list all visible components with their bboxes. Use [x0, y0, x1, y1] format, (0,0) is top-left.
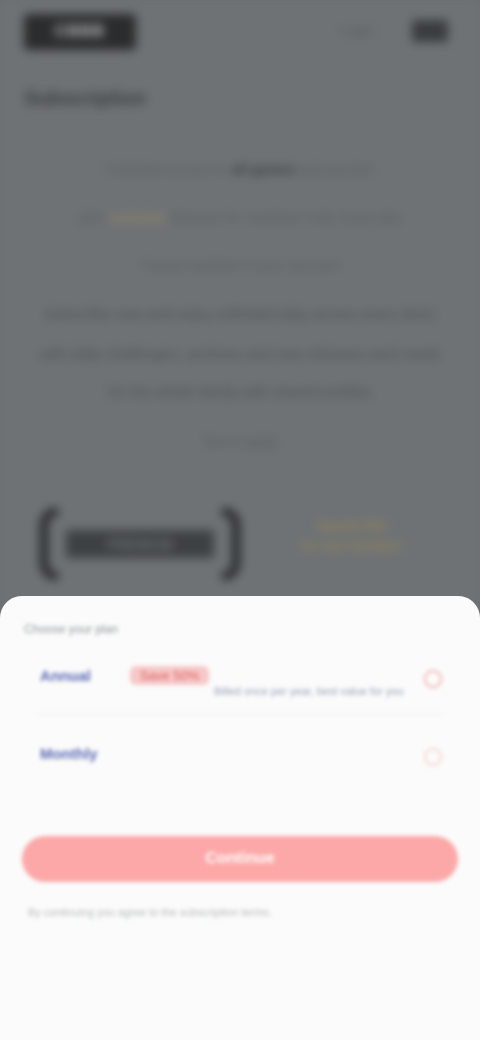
plan-option-annual[interactable]: Annual Save 50% Billed once per year, be…: [20, 648, 460, 708]
body-line-4: Terms apply: [202, 433, 278, 449]
sheet-title: Choose your plan: [24, 622, 119, 636]
body-line-3: for the whole family with shared profile…: [108, 384, 372, 401]
plan-option-name: Annual: [40, 668, 91, 685]
promo-line-2: for new members: [301, 538, 403, 553]
login-link[interactable]: Login: [340, 22, 374, 38]
brand-text: PREMIUM: [66, 530, 214, 558]
discount-badge: Save 50%: [130, 666, 210, 685]
plan-sheet-content: Choose your plan Annual Save 50% Billed …: [0, 596, 480, 1040]
intro-line-2-accent: exclusive: [109, 209, 167, 225]
body-line-1: Subscribe now and enjoy unlimited play a…: [44, 306, 436, 323]
body-line-2: with daily challenges, archives and new …: [40, 346, 440, 363]
plan-option-description: Billed once per year, best value for you: [214, 686, 404, 698]
terms-text: By continuing you agree to the subscript…: [28, 907, 272, 919]
intro-line-1-post: and puzzles: [295, 161, 374, 177]
menu-icon[interactable]: [412, 20, 448, 42]
bracket-right: [222, 508, 240, 580]
intro-line-1-bold: all games: [231, 161, 296, 177]
top-bar: CBBB Login: [0, 0, 480, 70]
site-logo[interactable]: CBBB: [24, 14, 136, 50]
plan-option-monthly[interactable]: Monthly: [20, 726, 460, 786]
plan-option-name: Monthly: [40, 746, 98, 763]
radio-selected-icon[interactable]: [424, 670, 442, 688]
continue-button[interactable]: Continue: [22, 836, 458, 882]
intro-line-1: Unlimited access to all games and puzzle…: [60, 160, 420, 178]
intro-line-2-post: features for members only, every day: [166, 209, 401, 225]
page-heading: Subscription: [24, 88, 147, 110]
radio-unselected-icon[interactable]: [424, 748, 442, 766]
intro-line-1-pre: Unlimited access to: [106, 161, 232, 177]
promo-line-1: Special offer: [315, 518, 389, 533]
divider: [36, 714, 444, 715]
bracket-left: [40, 508, 58, 580]
intro-line-2-pre: plus: [79, 209, 110, 225]
intro-line-2: plus exclusive features for members only…: [44, 208, 436, 226]
brand-badge: PREMIUM: [40, 508, 240, 580]
promo-text: Special offer for new members: [262, 516, 442, 562]
intro-line-3: Cancel anytime in your account: [142, 257, 338, 273]
plan-bottom-sheet: Choose your plan Annual Save 50% Billed …: [0, 596, 480, 1040]
